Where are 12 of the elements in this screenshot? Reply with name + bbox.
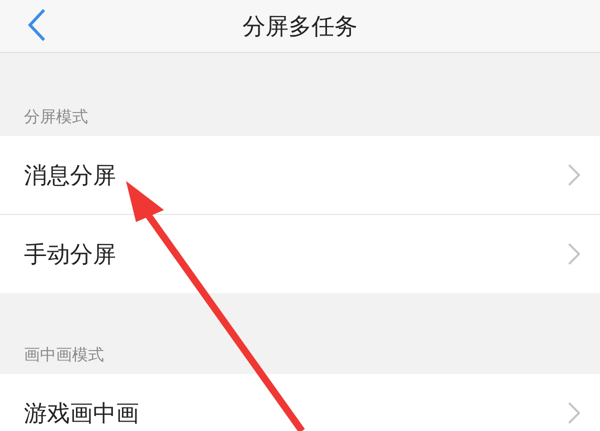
settings-row[interactable]: 游戏画中画 (0, 374, 600, 431)
row-label: 游戏画中画 (24, 400, 139, 428)
back-icon[interactable] (26, 8, 48, 42)
settings-row[interactable]: 手动分屏 (0, 215, 600, 293)
page-title: 分屏多任务 (242, 12, 358, 42)
section-label: 分屏模式 (24, 106, 88, 128)
row-label: 消息分屏 (24, 162, 116, 190)
chevron-icon (568, 243, 580, 265)
chevron-icon (568, 402, 580, 424)
row-label: 手动分屏 (24, 240, 116, 270)
chevron-icon (568, 164, 580, 186)
section-label: 画中画模式 (24, 344, 104, 366)
